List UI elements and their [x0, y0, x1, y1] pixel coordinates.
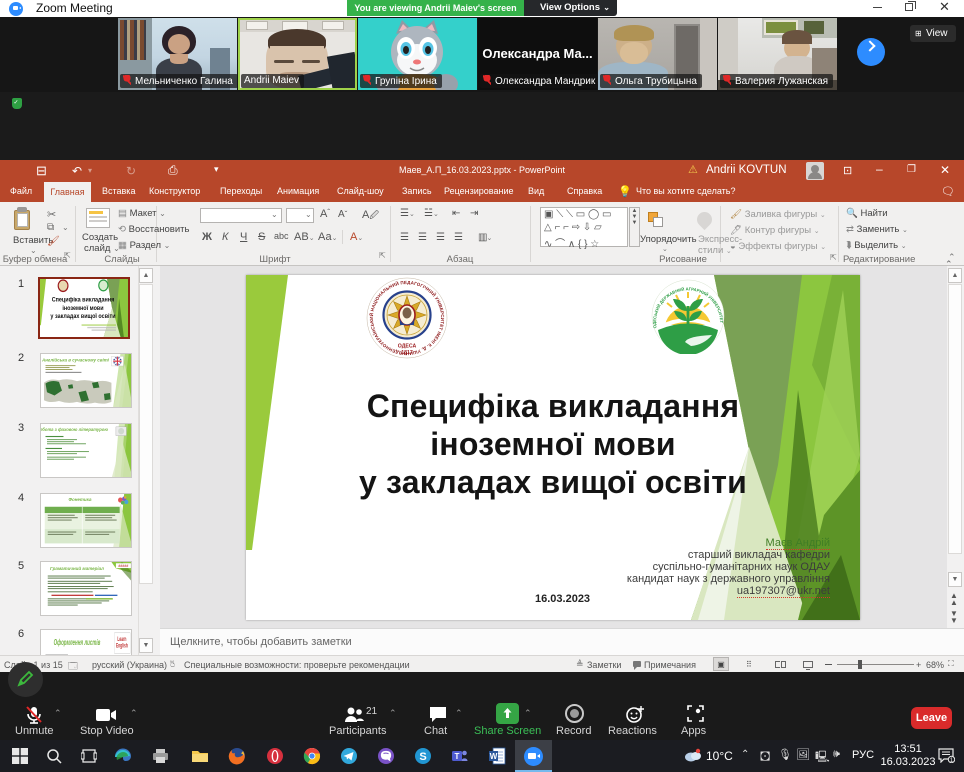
- svg-text:1817: 1817: [401, 350, 413, 356]
- svg-text:T: T: [455, 752, 460, 761]
- svg-text:ОДЕСА: ОДЕСА: [398, 344, 417, 350]
- svg-text:Робота з фаховою літературою: Робота з фаховою літературою: [41, 427, 108, 432]
- svg-text:Оформлення листів: Оформлення листів: [54, 638, 101, 648]
- svg-text:W: W: [490, 752, 498, 761]
- svg-text:#####: #####: [118, 564, 128, 568]
- svg-text:S: S: [419, 751, 426, 763]
- svg-text:Граматичний матеріал: Граматичний матеріал: [50, 565, 104, 571]
- svg-text:Специфіка викладання: Специфіка викладання: [52, 296, 115, 304]
- svg-text:Learn: Learn: [117, 636, 126, 643]
- svg-text:English: English: [116, 643, 128, 650]
- svg-text:Англійська в сучасному світі: Англійська в сучасному світі: [41, 356, 110, 362]
- svg-text:Фонетика: Фонетика: [68, 497, 91, 502]
- svg-text:іноземної мови: іноземної мови: [62, 305, 104, 311]
- svg-text:у закладах вищої освіти: у закладах вищої освіти: [50, 314, 115, 320]
